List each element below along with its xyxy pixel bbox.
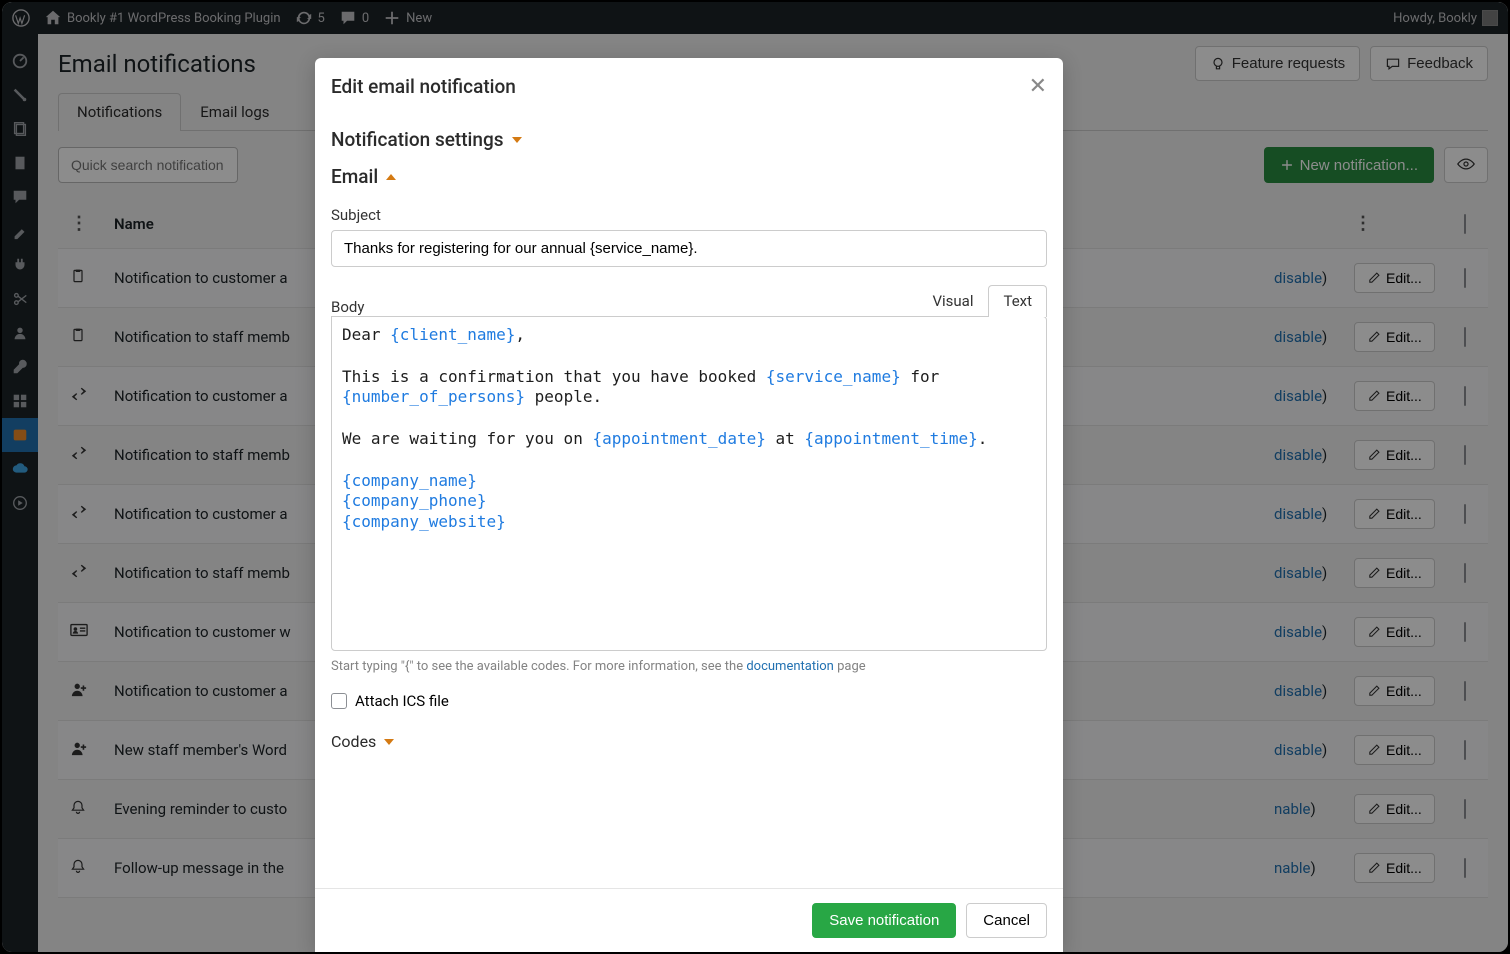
codes-section[interactable]: Codes — [331, 732, 1047, 751]
caret-up-icon — [386, 174, 396, 180]
caret-down-icon — [384, 739, 394, 745]
body-editor[interactable]: Dear {client_name}, This is a confirmati… — [331, 316, 1047, 651]
subject-input[interactable] — [331, 230, 1047, 267]
tab-text[interactable]: Text — [988, 285, 1047, 317]
codes-hint: Start typing "{" to see the available co… — [331, 659, 1047, 674]
cancel-button[interactable]: Cancel — [966, 903, 1047, 938]
caret-down-icon — [512, 137, 522, 143]
attach-ics-checkbox[interactable] — [331, 693, 347, 709]
subject-label: Subject — [331, 206, 1047, 224]
save-button[interactable]: Save notification — [812, 903, 956, 938]
body-label: Body — [331, 298, 364, 316]
attach-ics-row[interactable]: Attach ICS file — [331, 692, 1047, 710]
email-section[interactable]: Email — [331, 165, 1047, 188]
modal-title: Edit email notification — [331, 75, 516, 98]
documentation-link[interactable]: documentation — [746, 659, 834, 674]
attach-ics-label: Attach ICS file — [355, 692, 449, 710]
notification-settings-section[interactable]: Notification settings — [331, 128, 1047, 151]
close-icon[interactable]: ✕ — [1029, 73, 1047, 99]
tab-visual[interactable]: Visual — [917, 285, 988, 316]
edit-notification-modal: Edit email notification ✕ Notification s… — [315, 58, 1063, 952]
